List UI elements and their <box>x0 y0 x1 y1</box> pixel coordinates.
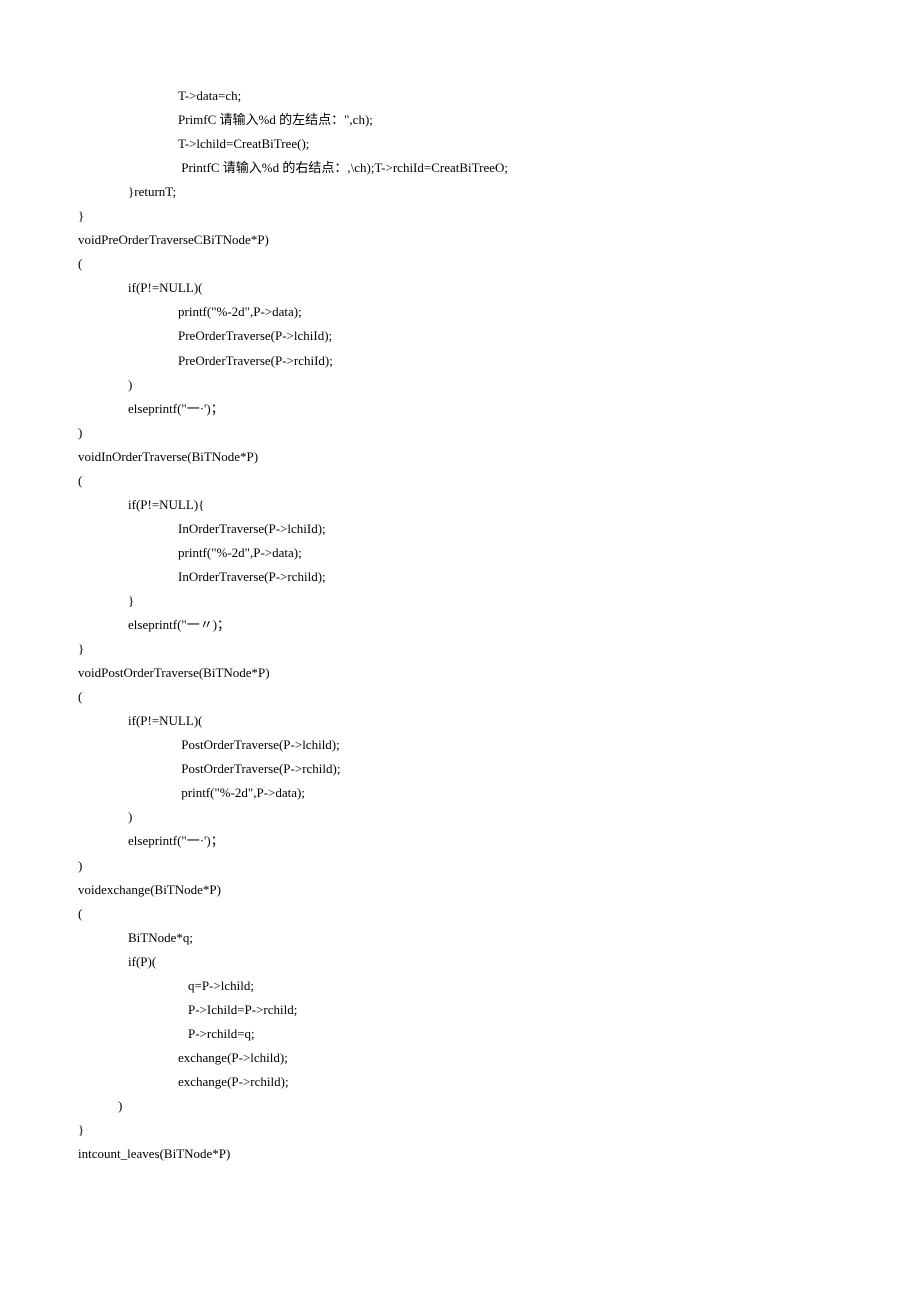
code-line: } <box>78 589 842 613</box>
code-line: InOrderTraverse(P->lchiId); <box>78 517 842 541</box>
code-line: exchange(P->rchild); <box>78 1070 842 1094</box>
code-line: BiTNode*q; <box>78 926 842 950</box>
code-line: if(P!=NULL)( <box>78 276 842 300</box>
code-line: T->data=ch; <box>78 84 842 108</box>
code-line: q=P->lchild; <box>78 974 842 998</box>
code-line: intcount_leaves(BiTNode*P) <box>78 1142 842 1166</box>
code-line: printf("%-2d",P->data); <box>78 541 842 565</box>
code-line: elseprintf("一·')； <box>78 397 842 421</box>
code-line: ( <box>78 685 842 709</box>
code-line: ) <box>78 373 842 397</box>
code-line: ( <box>78 252 842 276</box>
code-line: ( <box>78 902 842 926</box>
code-line: PrintfC 请输入%d 的右结点：,\ch);T->rchiId=Creat… <box>78 156 842 180</box>
code-line: P->Ichild=P->rchild; <box>78 998 842 1022</box>
code-line: voidexchange(BiTNode*P) <box>78 878 842 902</box>
code-line: P->rchild=q; <box>78 1022 842 1046</box>
code-line: PrimfC 请输入%d 的左结点：",ch); <box>78 108 842 132</box>
code-line: PreOrderTraverse(P->rchiId); <box>78 349 842 373</box>
code-line: voidPreOrderTraverseCBiTNode*P) <box>78 228 842 252</box>
code-line: ) <box>78 854 842 878</box>
code-line: ) <box>78 1094 842 1118</box>
code-line: ) <box>78 805 842 829</box>
code-line: InOrderTraverse(P->rchild); <box>78 565 842 589</box>
code-line: voidInOrderTraverse(BiTNode*P) <box>78 445 842 469</box>
code-line: if(P)( <box>78 950 842 974</box>
document-page: T->data=ch;PrimfC 请输入%d 的左结点：",ch);T->lc… <box>0 0 920 1226</box>
code-line: } <box>78 204 842 228</box>
code-line: ) <box>78 421 842 445</box>
code-line: elseprintf("一·')； <box>78 829 842 853</box>
code-line: PostOrderTraverse(P->rchild); <box>78 757 842 781</box>
code-line: T->lchild=CreatBiTree(); <box>78 132 842 156</box>
code-line: elseprintf("一〃)； <box>78 613 842 637</box>
code-line: if(P!=NULL)( <box>78 709 842 733</box>
code-line: if(P!=NULL){ <box>78 493 842 517</box>
code-line: printf("%-2d",P->data); <box>78 781 842 805</box>
code-line: printf("%-2d",P->data); <box>78 300 842 324</box>
code-line: PostOrderTraverse(P->lchild); <box>78 733 842 757</box>
code-line: ( <box>78 469 842 493</box>
code-line: voidPostOrderTraverse(BiTNode*P) <box>78 661 842 685</box>
code-line: PreOrderTraverse(P->lchiId); <box>78 324 842 348</box>
code-line: } <box>78 637 842 661</box>
code-line: exchange(P->lchild); <box>78 1046 842 1070</box>
code-line: }returnT; <box>78 180 842 204</box>
code-line: } <box>78 1118 842 1142</box>
